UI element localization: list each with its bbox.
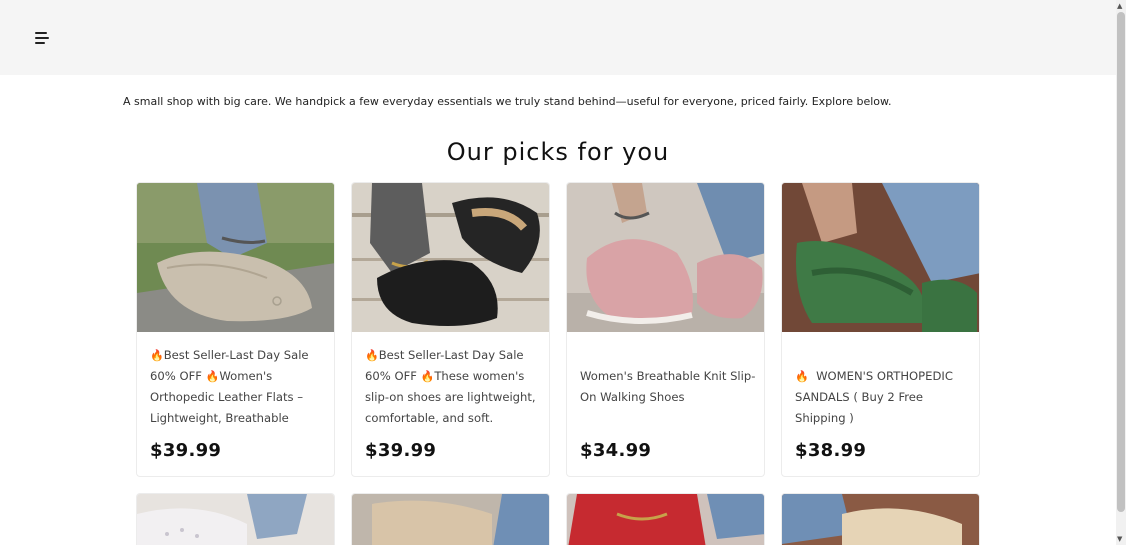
product-card[interactable]: 🔥Best Seller-Last Day Sale 60% OFF 🔥Wome…	[136, 182, 335, 477]
fire-icon: 🔥	[205, 370, 220, 383]
beige-loafer-photo[interactable]	[137, 183, 335, 332]
product-title[interactable]: 🔥Best Seller-Last Day Sale 60% OFF 🔥Wome…	[150, 345, 330, 429]
site-header	[0, 0, 1116, 75]
product-price: $39.99	[365, 440, 437, 461]
fire-icon: 🔥	[795, 370, 809, 383]
section-title: Our picks for you	[446, 138, 670, 166]
hamburger-menu-icon[interactable]	[35, 32, 49, 44]
green-sandal-photo[interactable]	[782, 183, 980, 332]
page-scrollbar[interactable]: ▲ ▼	[1116, 0, 1126, 545]
product-card[interactable]	[566, 493, 765, 545]
white-sneaker-photo[interactable]	[137, 494, 335, 545]
scrollbar-thumb[interactable]	[1117, 12, 1125, 512]
scroll-down-arrow-icon[interactable]: ▼	[1117, 535, 1122, 543]
product-card[interactable]: Women's Breathable Knit Slip-On Walking …	[566, 182, 765, 477]
fire-icon: 🔥	[150, 349, 164, 362]
product-title[interactable]: Women's Breathable Knit Slip-On Walking …	[580, 366, 760, 408]
scroll-up-arrow-icon[interactable]: ▲	[1117, 2, 1122, 10]
product-price: $39.99	[150, 440, 222, 461]
fire-icon: 🔥	[365, 349, 379, 362]
tan-loafer-photo[interactable]	[352, 494, 550, 545]
fire-icon: 🔥	[420, 370, 435, 383]
product-card[interactable]	[136, 493, 335, 545]
intro-text: A small shop with big care. We handpick …	[123, 95, 892, 108]
red-shoe-photo[interactable]	[567, 494, 765, 545]
pink-knit-shoe-photo[interactable]	[567, 183, 765, 332]
product-card[interactable]	[781, 493, 980, 545]
black-slip-on-photo[interactable]	[352, 183, 550, 332]
product-card[interactable]	[351, 493, 550, 545]
product-title[interactable]: 🔥 WOMEN'S ORTHOPEDIC SANDALS ( Buy 2 Fre…	[795, 366, 975, 429]
product-title[interactable]: 🔥Best Seller-Last Day Sale 60% OFF 🔥Thes…	[365, 345, 545, 429]
product-card[interactable]: 🔥Best Seller-Last Day Sale 60% OFF 🔥Thes…	[351, 182, 550, 477]
product-price: $38.99	[795, 440, 867, 461]
product-card[interactable]: 🔥 WOMEN'S ORTHOPEDIC SANDALS ( Buy 2 Fre…	[781, 182, 980, 477]
product-price: $34.99	[580, 440, 652, 461]
cream-loafer-photo[interactable]	[782, 494, 980, 545]
